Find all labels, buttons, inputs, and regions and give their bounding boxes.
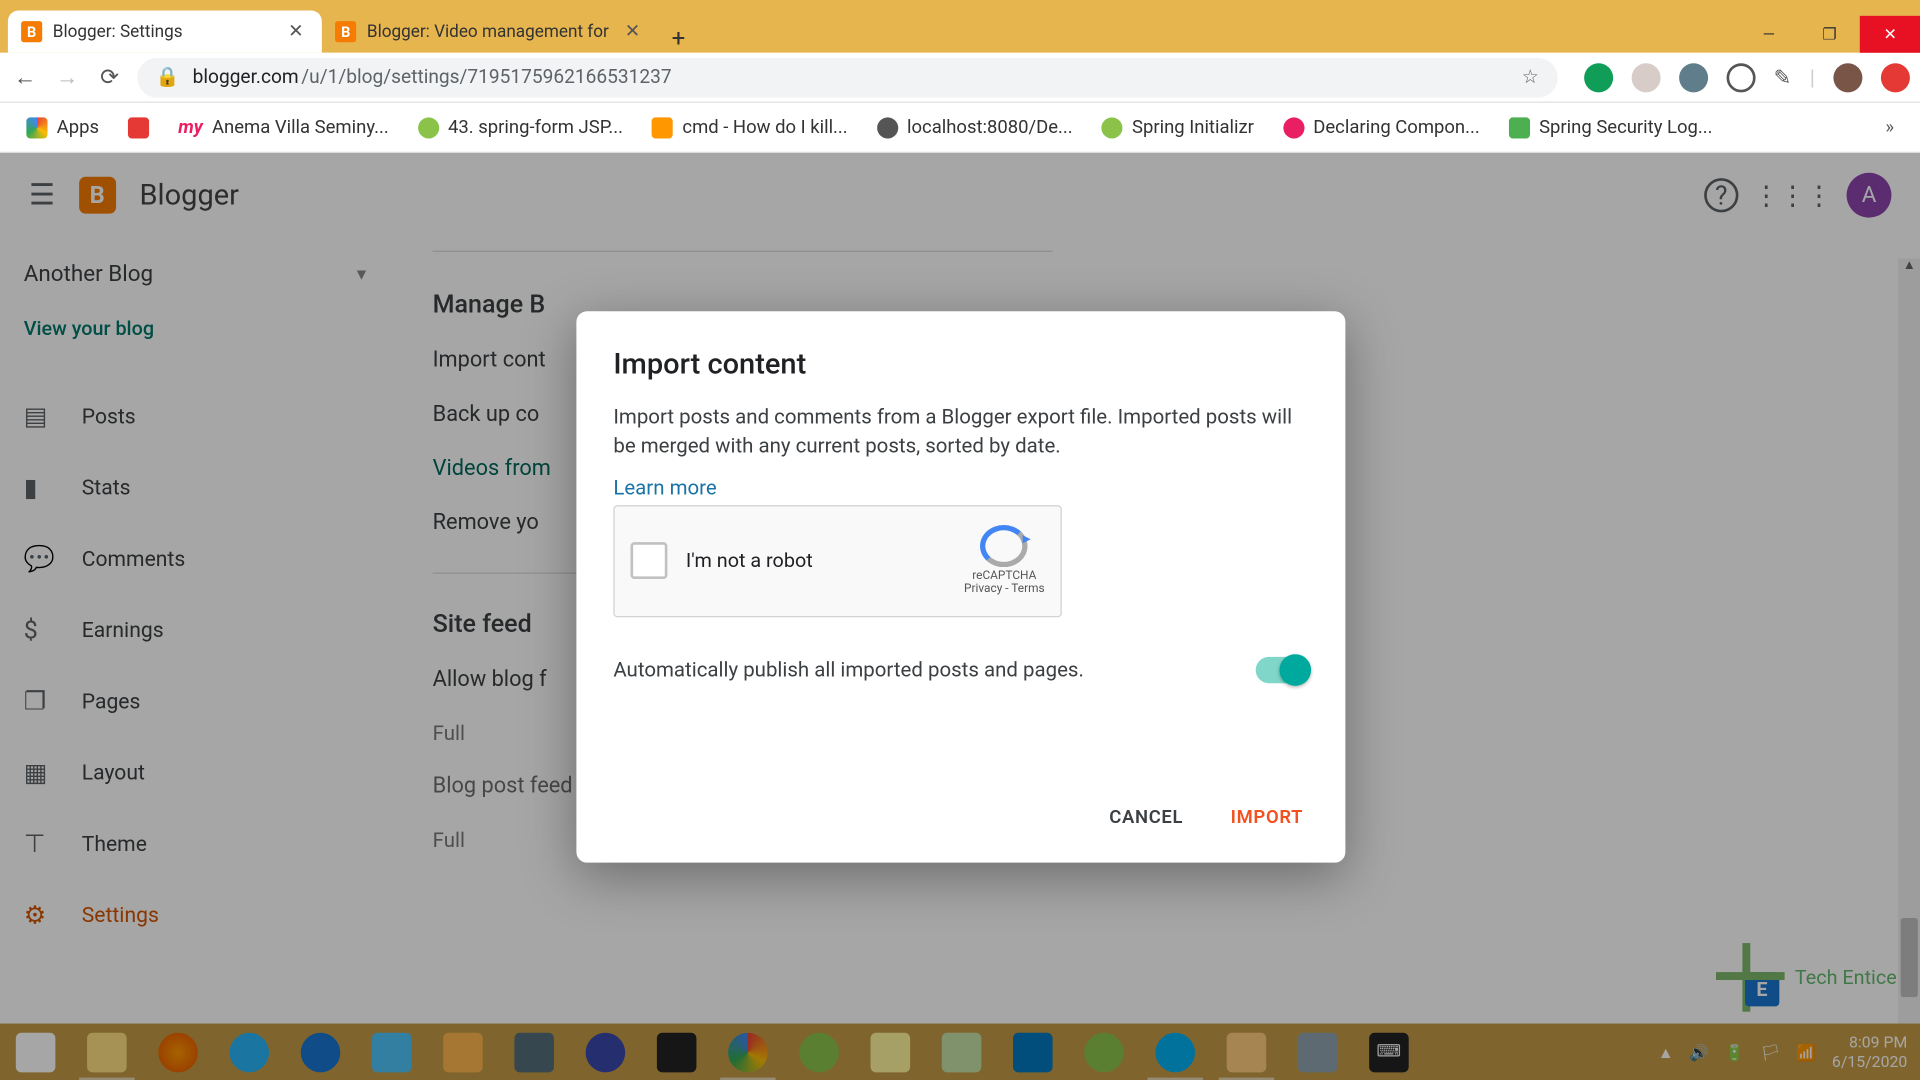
browser-tab-inactive[interactable]: B Blogger: Video management for ✕ bbox=[322, 11, 659, 53]
maximize-button[interactable]: ❐ bbox=[1799, 16, 1860, 53]
tab-title: Blogger: Video management for bbox=[367, 22, 609, 42]
eyedropper-icon[interactable]: ✎ bbox=[1774, 65, 1792, 90]
dialog-title: Import content bbox=[613, 348, 1308, 381]
bookmark-item[interactable]: Declaring Compon... bbox=[1283, 117, 1480, 138]
extension-icon[interactable] bbox=[1679, 63, 1708, 92]
url-path: /u/1/blog/settings/7195175962166531237 bbox=[301, 66, 671, 88]
tab-title: Blogger: Settings bbox=[53, 22, 183, 42]
bookmark-item[interactable]: cmd - How do I kill... bbox=[652, 117, 848, 138]
learn-more-link[interactable]: Learn more bbox=[613, 476, 716, 500]
recaptcha-widget: I'm not a robot reCAPTCHA Privacy - Term… bbox=[613, 505, 1061, 617]
import-content-dialog: Import content Import posts and comments… bbox=[576, 311, 1345, 862]
forward-button[interactable]: → bbox=[53, 64, 82, 90]
bookmark-item[interactable]: myAnema Villa Seminy... bbox=[178, 117, 389, 138]
recaptcha-label: I'm not a robot bbox=[686, 549, 946, 573]
grammarly-icon[interactable] bbox=[1584, 63, 1613, 92]
apps-bookmark[interactable]: Apps bbox=[26, 117, 99, 138]
url-host: blogger.com bbox=[193, 66, 299, 88]
bookmarks-bar: Apps myAnema Villa Seminy... 43. spring-… bbox=[0, 103, 1920, 153]
bookmark-item[interactable]: localhost:8080/De... bbox=[877, 117, 1073, 138]
cancel-button[interactable]: CANCEL bbox=[1104, 799, 1188, 836]
reload-button[interactable]: ⟳ bbox=[95, 64, 124, 90]
auto-publish-toggle[interactable] bbox=[1256, 657, 1309, 683]
blogger-favicon-icon: B bbox=[21, 21, 42, 42]
address-bar-row: ← → ⟳ 🔒 blogger.com/u/1/blog/settings/71… bbox=[0, 53, 1920, 103]
auto-publish-label: Automatically publish all imported posts… bbox=[613, 658, 1255, 682]
profile-avatar-icon[interactable] bbox=[1833, 63, 1862, 92]
lock-icon: 🔒 bbox=[156, 66, 180, 88]
extension-area: ✎ | bbox=[1584, 63, 1910, 92]
bookmark-item[interactable] bbox=[128, 117, 149, 138]
blogger-favicon-icon: B bbox=[335, 21, 356, 42]
minimize-button[interactable]: ― bbox=[1738, 16, 1799, 53]
extension-icon[interactable] bbox=[1726, 63, 1755, 92]
extension-icon[interactable] bbox=[1881, 63, 1910, 92]
bookmark-item[interactable]: Spring Security Log... bbox=[1509, 117, 1713, 138]
window-controls: ― ❐ ✕ bbox=[1738, 16, 1920, 53]
import-button[interactable]: IMPORT bbox=[1225, 799, 1308, 836]
close-tab-icon[interactable]: ✕ bbox=[283, 21, 309, 42]
new-tab-button[interactable]: + bbox=[659, 25, 699, 53]
recaptcha-logo-icon bbox=[981, 526, 1028, 568]
browser-tab-active[interactable]: B Blogger: Settings ✕ bbox=[8, 11, 322, 53]
browser-tab-strip: B Blogger: Settings ✕ B Blogger: Video m… bbox=[0, 0, 1920, 53]
close-window-button[interactable]: ✕ bbox=[1860, 16, 1920, 53]
bookmarks-overflow-icon[interactable]: » bbox=[1885, 117, 1894, 138]
recaptcha-checkbox[interactable] bbox=[630, 543, 667, 580]
star-icon[interactable]: ☆ bbox=[1522, 66, 1539, 88]
close-tab-icon[interactable]: ✕ bbox=[619, 21, 645, 42]
address-bar[interactable]: 🔒 blogger.com/u/1/blog/settings/71951759… bbox=[137, 57, 1557, 97]
bookmark-item[interactable]: 43. spring-form JSP... bbox=[418, 117, 623, 138]
dialog-description: Import posts and comments from a Blogger… bbox=[613, 402, 1308, 461]
extension-icon[interactable] bbox=[1631, 63, 1660, 92]
bookmark-item[interactable]: Spring Initializr bbox=[1102, 117, 1254, 138]
back-button[interactable]: ← bbox=[11, 64, 40, 90]
recaptcha-branding: reCAPTCHA Privacy - Terms bbox=[964, 526, 1045, 597]
